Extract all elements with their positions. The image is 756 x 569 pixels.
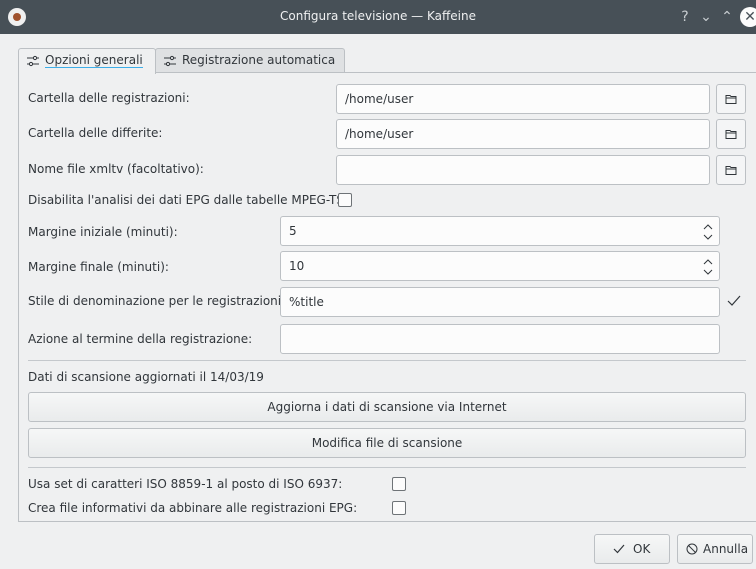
epg-info-files-checkbox[interactable] <box>392 501 406 515</box>
end-margin-value: 10 <box>289 259 305 273</box>
iso-charset-label: Usa set di caratteri ISO 8859-1 al posto… <box>28 477 343 491</box>
xmltv-file-label: Nome file xmltv (facoltativo): <box>28 162 204 176</box>
maximize-button[interactable]: ⌃ <box>718 8 736 26</box>
sliders-icon <box>27 55 39 67</box>
update-scan-data-button[interactable]: Aggiorna i dati di scansione via Interne… <box>28 392 746 422</box>
separator <box>28 467 746 468</box>
naming-style-field[interactable]: %title <box>280 287 720 317</box>
end-margin-label: Margine finale (minuti): <box>28 260 169 274</box>
browse-recordings-folder-button[interactable] <box>716 84 746 114</box>
title-bar: Configura televisione — Kaffeine ? ⌄ ⌃ ✕ <box>0 0 756 34</box>
end-action-label: Azione al termine della registrazione: <box>28 332 253 346</box>
tab-automatic-recording[interactable]: Registrazione automatica <box>155 48 345 72</box>
close-window-button[interactable]: ✕ <box>740 7 756 27</box>
window-title: Configura televisione — Kaffeine <box>280 9 476 23</box>
browse-xmltv-file-button[interactable] <box>716 155 746 185</box>
cancel-button-label: Annulla <box>703 542 749 556</box>
start-margin-spinbox[interactable]: 5 <box>280 216 720 246</box>
timeshift-folder-label: Cartella delle differite: <box>28 126 163 140</box>
spin-arrows-icon[interactable] <box>701 220 715 244</box>
end-margin-spinbox[interactable]: 10 <box>280 251 720 281</box>
scan-status-label: Dati di scansione aggiornati il 14/03/19 <box>28 370 264 384</box>
epg-info-files-label: Crea file informativi da abbinare alle r… <box>28 501 358 515</box>
folder-icon <box>725 130 737 139</box>
xmltv-file-field[interactable] <box>336 155 710 185</box>
tab-general-options[interactable]: Opzioni generali <box>18 48 156 74</box>
cancel-icon <box>686 543 698 555</box>
sliders-icon <box>164 55 176 67</box>
start-margin-value: 5 <box>289 224 297 238</box>
cancel-button[interactable]: Annulla <box>677 534 753 564</box>
check-icon <box>613 544 625 554</box>
recordings-folder-field[interactable]: /home/user <box>336 84 710 114</box>
disable-epg-label: Disabilita l'analisi dei dati EPG dalle … <box>28 193 349 207</box>
timeshift-folder-field[interactable]: /home/user <box>336 119 710 149</box>
valid-check-icon <box>727 295 741 306</box>
tab-automatic-recording-label: Registrazione automatica <box>182 53 336 67</box>
help-button[interactable]: ? <box>676 8 694 26</box>
start-margin-label: Margine iniziale (minuti): <box>28 225 178 239</box>
spin-arrows-icon[interactable] <box>701 255 715 279</box>
tab-general-options-label: Opzioni generali <box>45 53 143 68</box>
ok-button-label: OK <box>633 542 651 556</box>
iso-charset-checkbox[interactable] <box>392 477 406 491</box>
naming-style-label: Stile di denominazione per le registrazi… <box>28 294 286 308</box>
browse-timeshift-folder-button[interactable] <box>716 119 746 149</box>
end-action-field[interactable] <box>280 324 720 354</box>
separator <box>28 360 746 361</box>
minimize-button[interactable]: ⌄ <box>697 8 715 26</box>
ok-button[interactable]: OK <box>594 534 670 564</box>
folder-icon <box>725 166 737 175</box>
disable-epg-checkbox[interactable] <box>338 193 352 207</box>
edit-scan-file-button[interactable]: Modifica file di scansione <box>28 428 746 458</box>
recordings-folder-label: Cartella delle registrazioni: <box>28 91 190 105</box>
folder-icon <box>725 95 737 104</box>
